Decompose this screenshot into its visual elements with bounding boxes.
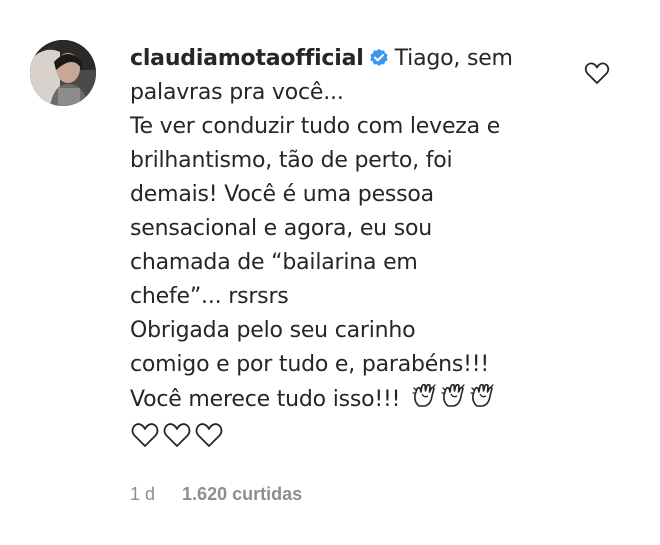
white-heart-icon [195,423,223,447]
clapping-hands-icon [412,383,436,407]
comment: claudiamotaofficial Tiago, sem palavras … [0,0,660,545]
white-heart-icon [131,423,159,447]
comment-line-7: chamada de “bailarina em [130,250,418,275]
comment-timestamp[interactable]: 1 d [130,484,155,504]
comment-line-4: brilhantismo, tão de perto, foi [130,148,453,173]
comment-line-5: demais! Você é uma pessoa [130,182,434,207]
avatar[interactable] [30,40,96,106]
comment-text-segment: Tiago, sem [394,46,513,71]
like-comment-button[interactable] [583,60,611,86]
clapping-hands-icon [470,383,494,407]
comment-line-10: comigo e por tudo e, parabéns!!! [130,352,489,377]
comment-line-9: Obrigada pelo seu carinho [130,318,416,343]
clapping-hands-icon [441,383,465,407]
hearts-line [130,421,575,456]
comment-line-8: chefe”... rsrsrs [130,284,289,309]
comment-meta: 1 d 1.620 curtidas [130,484,324,505]
clapping-emoji-group [411,382,498,421]
comment-text: claudiamotaofficial Tiago, sem palavras … [130,42,575,456]
comment-line-3: Te ver conduzir tudo com leveza e [130,114,501,139]
comment-likes-count[interactable]: 1.620 curtidas [182,484,302,504]
comment-text-segment: Você merece tudo isso!!! [130,387,401,412]
white-heart-icon [163,423,191,447]
avatar-image [30,40,96,106]
username-link[interactable]: claudiamotaofficial [130,46,364,71]
heart-outline-icon [584,62,610,84]
comment-line-6: sensacional e agora, eu sou [130,216,432,241]
comment-line-11: Você merece tudo isso!!! [130,382,575,421]
comment-line-1: claudiamotaofficial Tiago, sem [130,42,575,76]
verified-badge-icon [369,48,388,66]
comment-line-2: palavras pra você... [130,80,344,105]
